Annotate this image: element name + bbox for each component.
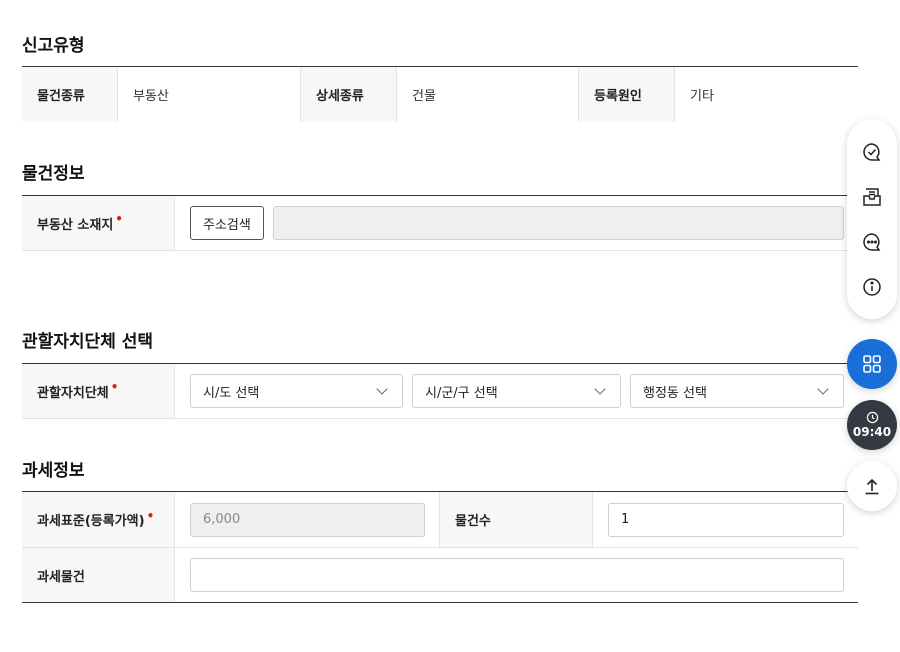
- label-property-location: 부동산 소재지 •: [22, 196, 175, 250]
- report-type-table: 물건종류 부동산 상세종류 건물 등록원인 기타: [22, 66, 858, 122]
- clock-icon: [866, 411, 878, 424]
- chevron-down-icon: [376, 382, 388, 395]
- required-mark: •: [110, 380, 119, 394]
- jurisdiction-row: 관할자치단체 • 시/도 선택 시/군/구 선택 행정동 선택: [22, 364, 858, 419]
- tax-base-row: 과세표준(등록가액) • 6,000 물건수 1: [22, 492, 858, 548]
- chat-check-icon[interactable]: [860, 140, 884, 164]
- value-detail-kind: 건물: [397, 67, 579, 122]
- taxable-item-row: 과세물건: [22, 548, 858, 602]
- label-item-count: 물건수: [440, 492, 593, 547]
- session-timer-button[interactable]: 09:40: [847, 400, 897, 450]
- section-title-report-type: 신고유형: [22, 36, 85, 56]
- session-timer-text: 09:40: [852, 425, 892, 439]
- arrow-up-icon: [865, 478, 879, 495]
- section-title-property-info: 물건정보: [22, 164, 85, 184]
- chevron-down-icon: [817, 382, 829, 395]
- jurisdiction-select-cell: 시/도 선택 시/군/구 선택 행정동 선택: [175, 364, 858, 418]
- menu-button[interactable]: [847, 339, 897, 389]
- address-search-button[interactable]: 주소검색: [190, 206, 264, 240]
- report-type-row: 물건종류 부동산 상세종류 건물 등록원인 기타: [22, 67, 858, 122]
- grid-icon: [863, 355, 881, 373]
- sigungu-select-value: 시/군/구 선택: [425, 385, 498, 401]
- label-detail-kind: 상세종류: [301, 67, 397, 122]
- quick-menu: [847, 119, 897, 319]
- address-field[interactable]: [272, 206, 844, 240]
- item-count-cell: 1: [593, 492, 858, 547]
- label-jurisdiction: 관할자치단체 •: [22, 364, 175, 418]
- label-item-kind: 물건종류: [22, 67, 118, 122]
- dong-select-value: 행정동 선택: [643, 385, 707, 401]
- property-info-table: 부동산 소재지 • 주소검색: [22, 195, 858, 251]
- item-count-field[interactable]: 1: [608, 502, 844, 537]
- property-location-row: 부동산 소재지 • 주소검색: [22, 196, 858, 251]
- sido-select-value: 시/도 선택: [203, 385, 260, 401]
- required-mark: •: [115, 212, 123, 226]
- required-mark: •: [146, 508, 155, 523]
- section-title-tax-info: 과세정보: [22, 461, 85, 481]
- label-tax-base: 과세표준(등록가액) •: [22, 492, 175, 547]
- tax-info-table: 과세표준(등록가액) • 6,000 물건수 1 과세물건: [22, 491, 858, 603]
- sigungu-select[interactable]: 시/군/구 선택: [412, 374, 621, 408]
- taxable-item-cell: [175, 548, 858, 602]
- label-registration-cause: 등록원인: [579, 67, 675, 122]
- value-registration-cause: 기타: [690, 89, 714, 104]
- value-item-kind: 부동산: [118, 67, 301, 122]
- property-location-label-text: 부동산 소재지: [37, 217, 114, 233]
- info-icon[interactable]: [860, 275, 884, 299]
- section-title-jurisdiction: 관할자치단체 선택: [22, 332, 154, 352]
- jurisdiction-table: 관할자치단체 • 시/도 선택 시/군/구 선택 행정동 선택: [22, 363, 858, 419]
- inbox-icon[interactable]: [860, 185, 884, 209]
- label-taxable-item: 과세물건: [22, 548, 175, 602]
- chat-dots-icon[interactable]: [860, 230, 884, 254]
- sido-select[interactable]: 시/도 선택: [190, 374, 403, 408]
- dong-select[interactable]: 행정동 선택: [630, 374, 844, 408]
- scroll-top-button[interactable]: [847, 461, 897, 511]
- property-location-cell: 주소검색: [175, 196, 858, 250]
- taxable-item-field[interactable]: [190, 558, 844, 592]
- chevron-down-icon: [594, 382, 606, 395]
- jurisdiction-label-text: 관할자치단체: [37, 385, 109, 401]
- tax-base-label-text: 과세표준(등록가액): [37, 514, 145, 529]
- tax-base-cell: 6,000: [175, 492, 440, 547]
- tax-base-field[interactable]: 6,000: [190, 502, 425, 537]
